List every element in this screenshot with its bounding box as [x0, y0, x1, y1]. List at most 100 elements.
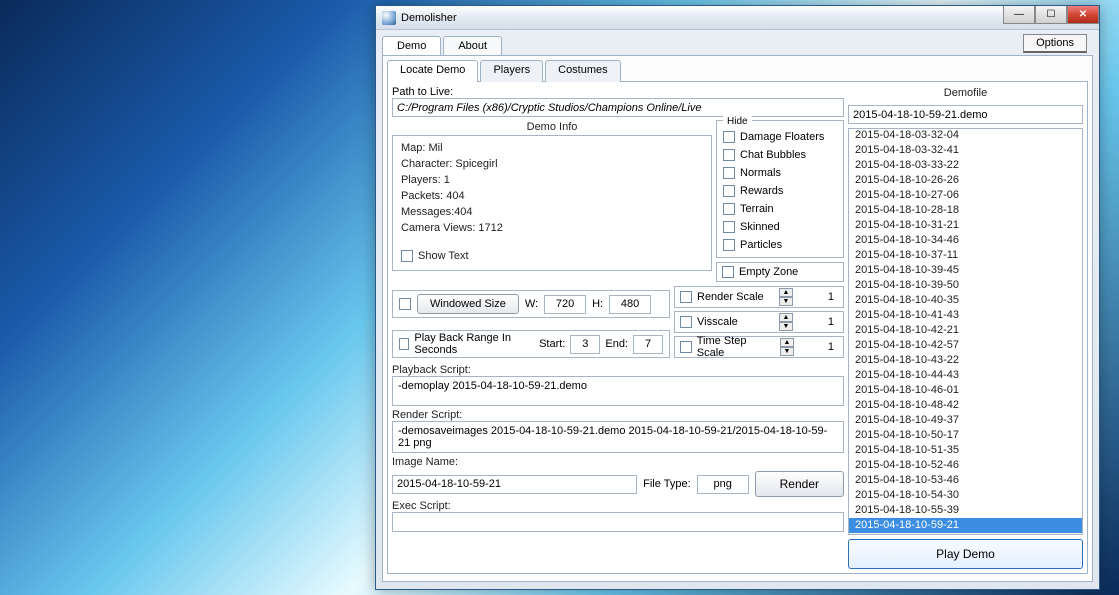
hide-skinned-checkbox[interactable]: [723, 221, 735, 233]
maximize-button[interactable]: ☐: [1035, 6, 1067, 24]
demofile-list[interactable]: 2015-04-18-03-31-592015-04-18-03-32-0420…: [848, 128, 1083, 535]
title-bar[interactable]: Demolisher — ☐ ✕: [376, 6, 1099, 30]
demofile-list-item[interactable]: 2015-04-18-10-54-30: [849, 488, 1082, 503]
info-messages: Messages:404: [401, 206, 703, 218]
demofile-list-item[interactable]: 2015-04-18-10-51-35: [849, 443, 1082, 458]
hide-terrain-checkbox[interactable]: [723, 203, 735, 215]
hide-damage-checkbox[interactable]: [723, 131, 735, 143]
render-scale-label: Render Scale: [697, 291, 764, 303]
visscale-value: 1: [798, 316, 838, 328]
demofile-list-item[interactable]: 2015-04-18-10-43-22: [849, 353, 1082, 368]
playback-range-checkbox[interactable]: [399, 338, 409, 350]
hide-groupbox: Hide Damage Floaters Chat Bubbles Normal…: [716, 120, 844, 258]
empty-zone-label: Empty Zone: [739, 266, 798, 278]
tab-demo[interactable]: Demo: [382, 36, 441, 55]
file-type-input[interactable]: [697, 475, 749, 494]
demofile-list-item[interactable]: 2015-04-18-10-53-46: [849, 473, 1082, 488]
demofile-list-item[interactable]: 2015-04-18-10-26-26: [849, 173, 1082, 188]
subtab-costumes[interactable]: Costumes: [545, 60, 621, 82]
subtab-locate-demo[interactable]: Locate Demo: [387, 60, 478, 82]
hide-skinned-label: Skinned: [740, 221, 780, 233]
demofile-list-item[interactable]: 2015-04-18-10-46-01: [849, 383, 1082, 398]
end-label: End:: [605, 338, 628, 350]
hide-chat-checkbox[interactable]: [723, 149, 735, 161]
demofile-list-item[interactable]: 2015-04-18-10-59-21: [849, 518, 1082, 533]
visscale-checkbox[interactable]: [680, 316, 692, 328]
info-packets: Packets: 404: [401, 190, 703, 202]
demofile-list-item[interactable]: 2015-04-18-10-31-21: [849, 218, 1082, 233]
demofile-list-item[interactable]: 2015-04-18-10-28-18: [849, 203, 1082, 218]
demofile-list-item[interactable]: 2015-04-18-10-49-37: [849, 413, 1082, 428]
hide-particles-label: Particles: [740, 239, 782, 251]
playback-range-label: Play Back Range In Seconds: [414, 332, 534, 356]
playback-script-box[interactable]: -demoplay 2015-04-18-10-59-21.demo: [392, 376, 844, 406]
start-input[interactable]: [570, 335, 600, 354]
w-label: W:: [525, 298, 538, 310]
empty-zone-checkbox[interactable]: [722, 266, 734, 278]
render-scale-checkbox[interactable]: [680, 291, 692, 303]
demofile-list-item[interactable]: 2015-04-18-10-40-35: [849, 293, 1082, 308]
render-scale-up[interactable]: ▲: [779, 288, 793, 297]
visscale-up[interactable]: ▲: [779, 313, 793, 322]
end-input[interactable]: [633, 335, 663, 354]
demofile-list-item[interactable]: 2015-04-18-10-52-46: [849, 458, 1082, 473]
hide-damage-label: Damage Floaters: [740, 131, 824, 143]
render-script-box[interactable]: -demosaveimages 2015-04-18-10-59-21.demo…: [392, 421, 844, 453]
timestep-checkbox[interactable]: [680, 341, 692, 353]
demofile-list-item[interactable]: 2015-04-18-10-55-39: [849, 503, 1082, 518]
hide-particles-checkbox[interactable]: [723, 239, 735, 251]
file-type-label: File Type:: [643, 478, 691, 490]
demofile-list-item[interactable]: 2015-04-18-10-42-57: [849, 338, 1082, 353]
tab-about[interactable]: About: [443, 36, 502, 55]
demofile-list-item[interactable]: 2015-04-18-03-32-41: [849, 143, 1082, 158]
height-input[interactable]: [609, 295, 651, 314]
render-button[interactable]: Render: [755, 471, 844, 497]
demo-info-box: Map: Mil Character: Spicegirl Players: 1…: [392, 135, 712, 271]
visscale-down[interactable]: ▼: [779, 322, 793, 331]
path-to-live-input[interactable]: [392, 98, 844, 117]
demofile-list-item[interactable]: 2015-04-18-10-42-21: [849, 323, 1082, 338]
demofile-list-item[interactable]: 2015-04-18-10-39-50: [849, 278, 1082, 293]
timestep-value: 1: [799, 341, 838, 353]
demofile-input[interactable]: [848, 105, 1083, 124]
timestep-down[interactable]: ▼: [780, 347, 794, 356]
hide-legend: Hide: [723, 116, 752, 127]
path-label: Path to Live:: [392, 86, 844, 98]
subtab-players[interactable]: Players: [480, 60, 543, 82]
demofile-list-item[interactable]: 2015-04-18-03-32-04: [849, 128, 1082, 143]
info-camera: Camera Views: 1712: [401, 222, 703, 234]
close-button[interactable]: ✕: [1067, 6, 1099, 24]
hide-normals-label: Normals: [740, 167, 781, 179]
app-icon: [382, 11, 396, 25]
hide-rewards-checkbox[interactable]: [723, 185, 735, 197]
demofile-list-item[interactable]: 2015-04-18-10-41-43: [849, 308, 1082, 323]
h-label: H:: [592, 298, 603, 310]
demofile-list-item[interactable]: 2015-04-18-10-27-06: [849, 188, 1082, 203]
demofile-list-item[interactable]: 2015-04-18-10-37-11: [849, 248, 1082, 263]
image-name-label: Image Name:: [392, 456, 844, 468]
demofile-list-item[interactable]: 2015-04-18-10-44-43: [849, 368, 1082, 383]
hide-normals-checkbox[interactable]: [723, 167, 735, 179]
windowed-size-checkbox[interactable]: [399, 298, 411, 310]
image-name-input[interactable]: [392, 475, 637, 494]
demofile-list-item[interactable]: 2015-04-18-10-50-17: [849, 428, 1082, 443]
width-input[interactable]: [544, 295, 586, 314]
render-script-label: Render Script:: [392, 409, 844, 421]
options-button[interactable]: Options: [1023, 34, 1087, 53]
show-text-checkbox[interactable]: [401, 250, 413, 262]
exec-script-box[interactable]: [392, 512, 844, 532]
info-players: Players: 1: [401, 174, 703, 186]
hide-terrain-label: Terrain: [740, 203, 774, 215]
demofile-list-item[interactable]: 2015-04-18-10-48-42: [849, 398, 1082, 413]
timestep-up[interactable]: ▲: [780, 338, 794, 347]
play-demo-button[interactable]: Play Demo: [848, 539, 1083, 569]
info-map: Map: Mil: [401, 142, 703, 154]
demofile-list-item[interactable]: 2015-04-18-03-33-22: [849, 158, 1082, 173]
info-character: Character: Spicegirl: [401, 158, 703, 170]
hide-rewards-label: Rewards: [740, 185, 783, 197]
minimize-button[interactable]: —: [1003, 6, 1035, 24]
demofile-list-item[interactable]: 2015-04-18-10-39-45: [849, 263, 1082, 278]
render-scale-down[interactable]: ▼: [779, 297, 793, 306]
windowed-size-button[interactable]: Windowed Size: [417, 294, 519, 314]
demofile-list-item[interactable]: 2015-04-18-10-34-46: [849, 233, 1082, 248]
